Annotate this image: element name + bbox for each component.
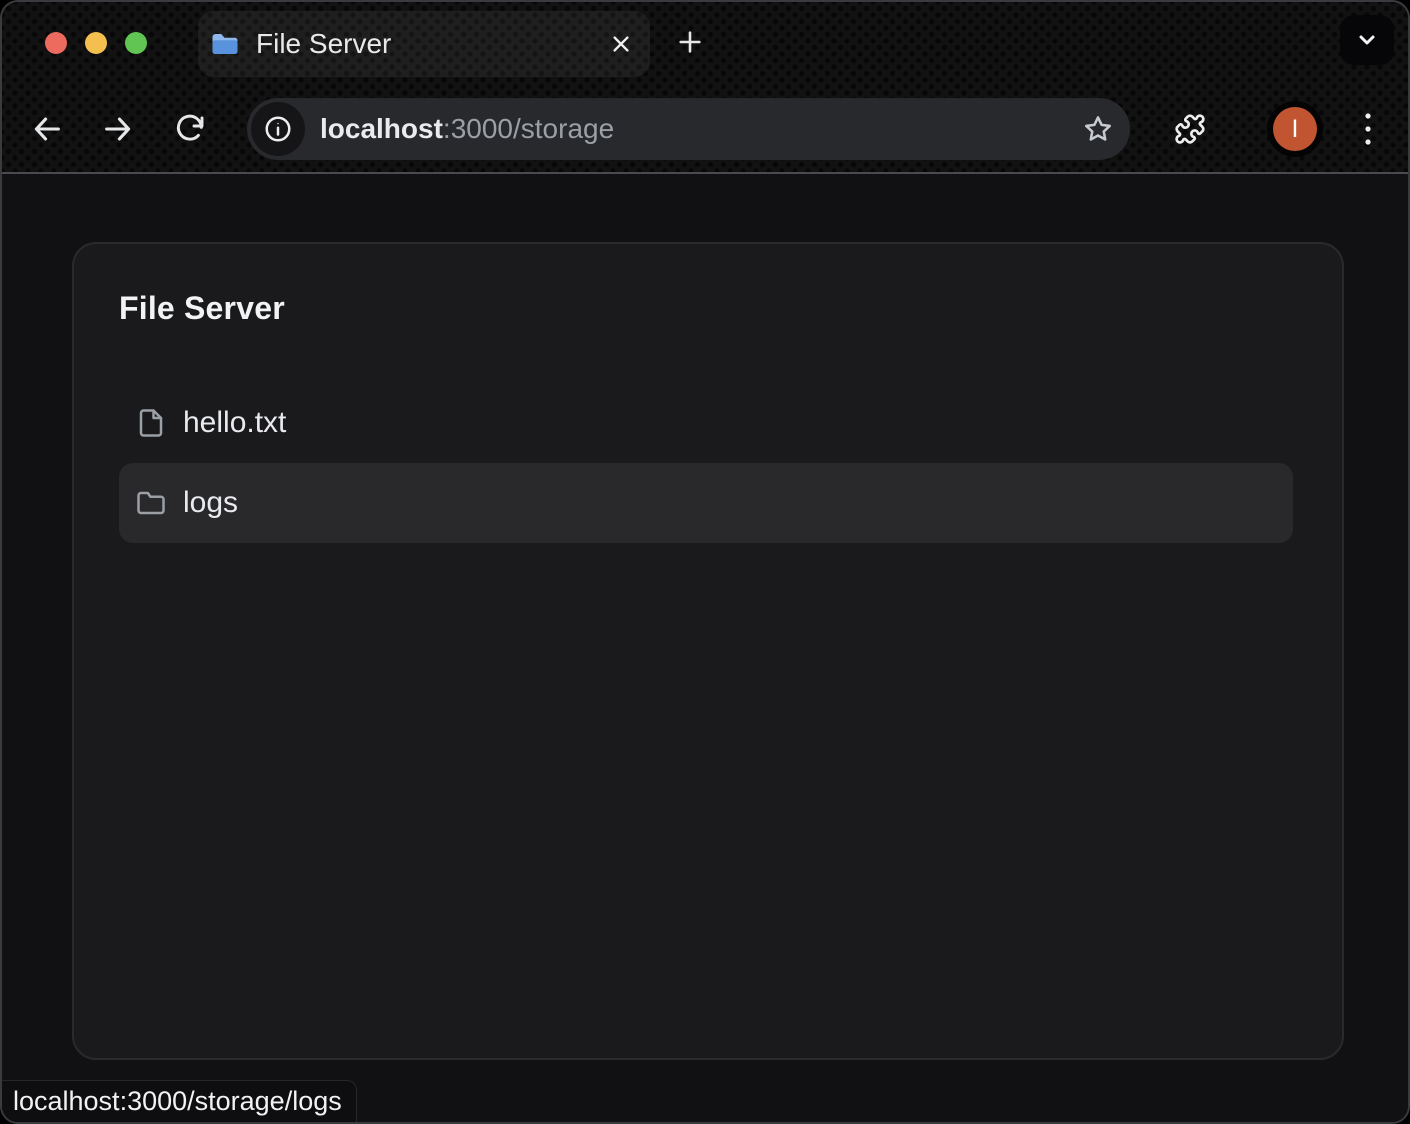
profile-button[interactable]: I xyxy=(1267,101,1323,157)
folder-icon xyxy=(136,488,166,518)
tab-title: File Server xyxy=(256,28,391,60)
list-item-file[interactable]: hello.txt xyxy=(119,383,1293,463)
file-name: hello.txt xyxy=(183,406,286,440)
file-icon xyxy=(136,408,166,438)
chevron-down-icon xyxy=(1355,28,1379,52)
status-bubble: localhost:3000/storage/logs xyxy=(2,1080,357,1122)
blue-folder-favicon-icon xyxy=(210,29,240,59)
puzzle-icon xyxy=(1174,113,1206,145)
back-button[interactable] xyxy=(30,112,64,146)
forward-arrow-icon xyxy=(101,112,135,146)
site-info-button[interactable] xyxy=(251,102,305,156)
close-window-button[interactable] xyxy=(45,32,67,54)
avatar-letter: I xyxy=(1292,115,1299,144)
file-list: hello.txt logs xyxy=(119,383,1293,543)
kebab-menu-icon xyxy=(1360,110,1376,148)
status-url-text: localhost:3000/storage/logs xyxy=(13,1086,342,1117)
window-controls xyxy=(45,32,147,54)
star-icon xyxy=(1082,113,1114,145)
browser-menu-button[interactable] xyxy=(1360,110,1376,148)
list-item-folder[interactable]: logs xyxy=(119,463,1293,543)
folder-name: logs xyxy=(183,486,238,520)
browser-chrome: File Server xyxy=(2,2,1408,174)
forward-button[interactable] xyxy=(101,112,135,146)
avatar: I xyxy=(1273,107,1317,151)
url-host: localhost xyxy=(320,113,443,144)
new-tab-button[interactable] xyxy=(674,26,706,58)
reload-button[interactable] xyxy=(174,112,208,146)
page-content: File Server hello.txt xyxy=(2,174,1408,1122)
back-arrow-icon xyxy=(30,112,64,146)
active-tab[interactable]: File Server xyxy=(198,11,650,77)
file-server-card: File Server hello.txt xyxy=(72,242,1344,1060)
extensions-button[interactable] xyxy=(1174,113,1206,145)
bookmark-button[interactable] xyxy=(1082,113,1114,145)
tab-search-button[interactable] xyxy=(1340,15,1394,65)
info-icon xyxy=(263,114,293,144)
browser-window: File Server xyxy=(0,0,1410,1124)
tab-close-icon[interactable] xyxy=(610,33,632,55)
reload-icon xyxy=(174,112,206,144)
page-title: File Server xyxy=(119,290,285,327)
url-path: :3000/storage xyxy=(443,113,614,144)
url-text[interactable]: localhost:3000/storage xyxy=(320,113,614,145)
minimize-window-button[interactable] xyxy=(85,32,107,54)
zoom-window-button[interactable] xyxy=(125,32,147,54)
address-bar[interactable]: localhost:3000/storage xyxy=(247,98,1130,160)
